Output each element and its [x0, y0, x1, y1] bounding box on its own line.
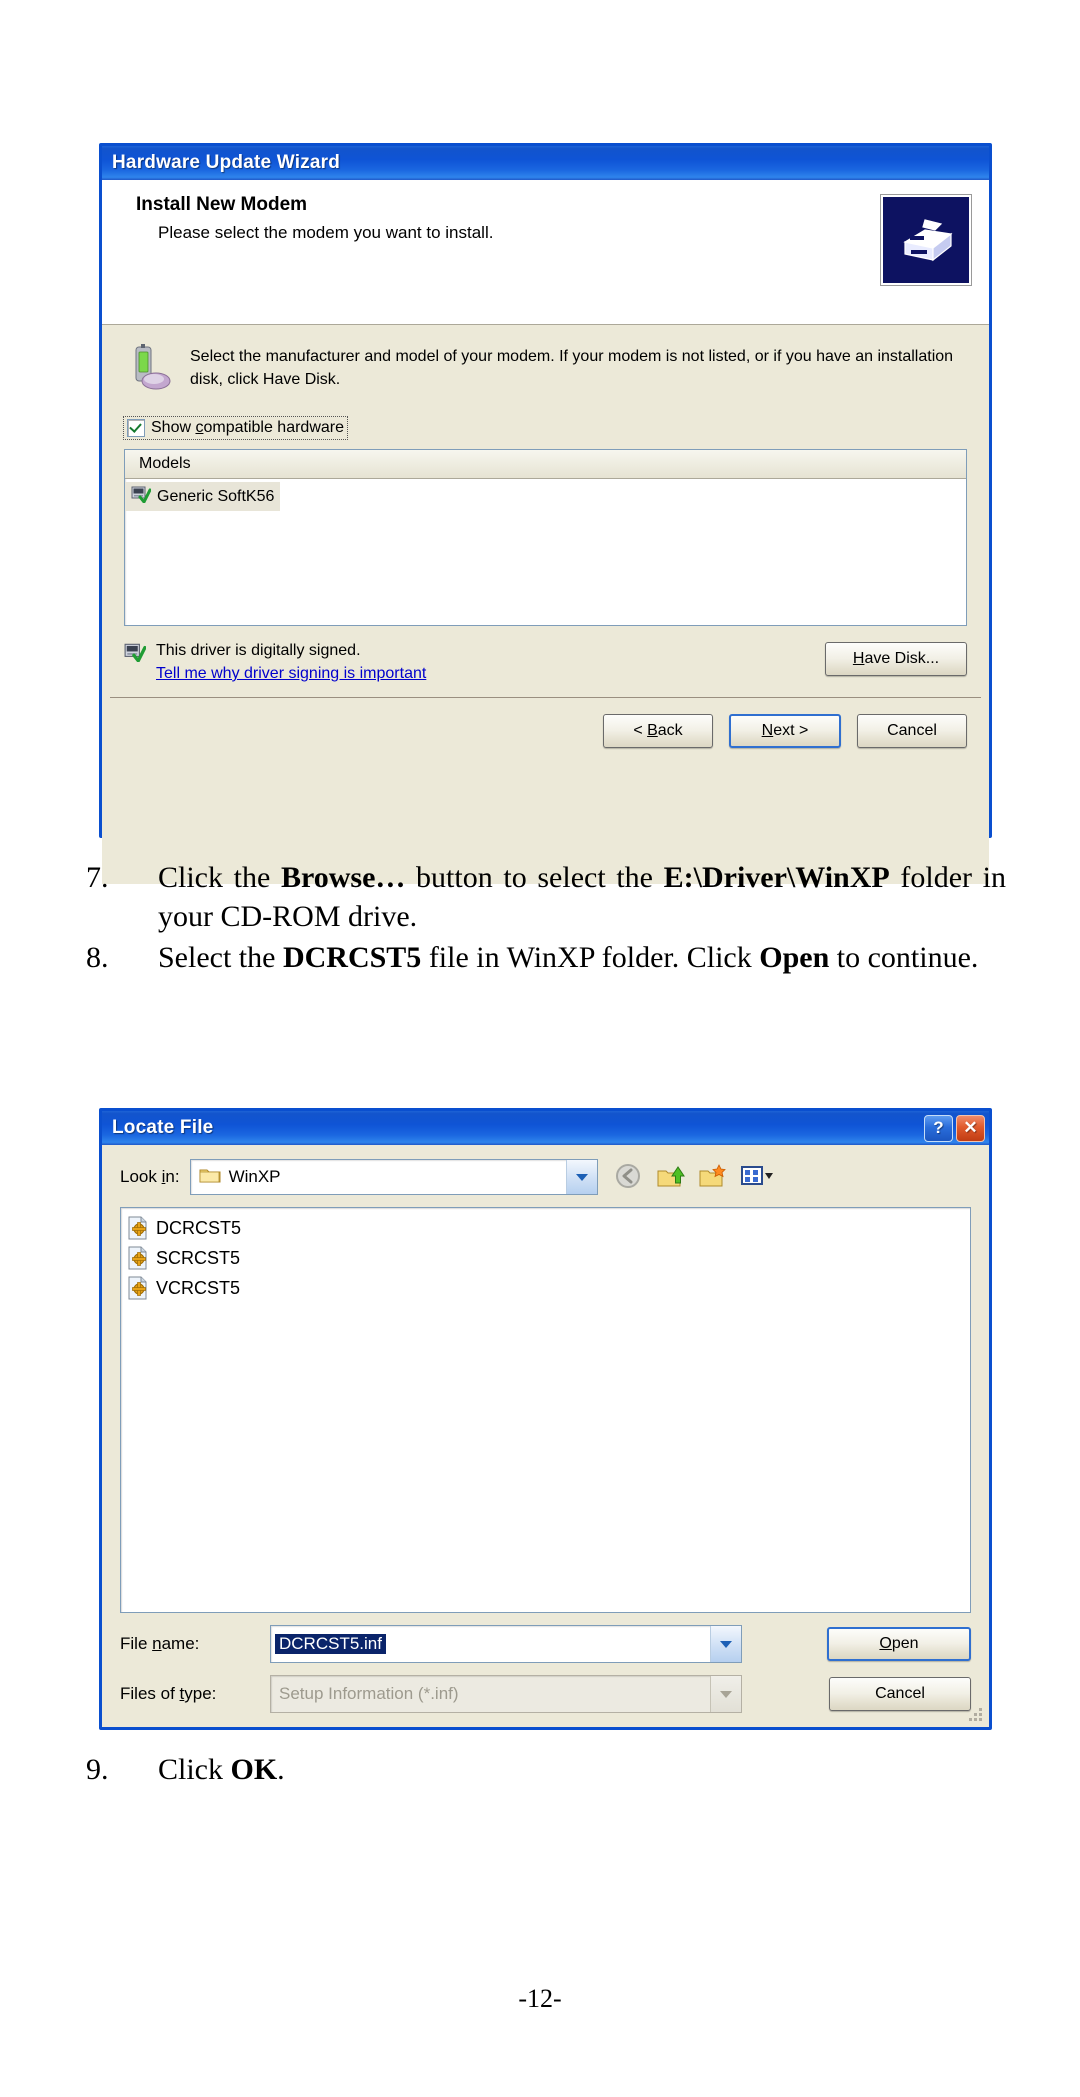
open-button[interactable]: Open [827, 1627, 971, 1661]
cancel-button-wrap: Cancel [829, 1677, 971, 1711]
locate-title: Locate File [112, 1117, 214, 1138]
locate-bottom-fields: File name: DCRCST5.inf Open Files of typ… [102, 1613, 989, 1727]
step-text: Click OK. [158, 1753, 285, 1786]
locate-file-dialog: Locate File ? ✕ Look in: WinXP DCRCST5 S… [99, 1108, 992, 1730]
up-one-level-icon[interactable] [656, 1162, 688, 1192]
file-name: SCRCST5 [156, 1247, 241, 1268]
modem-icon [124, 343, 176, 395]
instruction-steps-top: 7. Click the Browse… button to select th… [86, 858, 1006, 979]
wizard-instruction-block: Select the manufacturer and model of you… [102, 325, 989, 395]
wizard-header: Install New Modem Please select the mode… [102, 180, 989, 325]
model-list-item[interactable]: Generic SoftK56 [125, 482, 281, 511]
inf-file-icon [127, 1276, 149, 1300]
file-name: DCRCST5 [156, 1217, 242, 1238]
titlebar-buttons: ? ✕ [924, 1114, 985, 1142]
wizard-heading: Install New Modem [136, 194, 308, 215]
next-button[interactable]: Next > [729, 714, 841, 748]
wizard-titlebar: Hardware Update Wizard [102, 146, 989, 180]
filename-row: File name: DCRCST5.inf Open [120, 1625, 971, 1663]
driver-signed-text: This driver is digitally signed. [156, 642, 361, 659]
chevron-down-icon[interactable] [565, 1160, 597, 1194]
have-disk-button[interactable]: Have Disk... [825, 642, 967, 676]
list-item[interactable]: DCRCST5 [127, 1213, 241, 1243]
list-item[interactable]: VCRCST5 [127, 1273, 240, 1303]
models-column-header: Models [125, 450, 966, 479]
file-list[interactable]: DCRCST5 SCRCST5 VCRCST5 [120, 1207, 971, 1613]
modem-banner-icon [881, 195, 971, 285]
cancel-button[interactable]: Cancel [829, 1677, 971, 1711]
back-button[interactable]: < Back [603, 714, 713, 748]
filetype-label: Files of type: [120, 1684, 217, 1703]
instruction-steps-bottom: 9. Click OK. [86, 1750, 1006, 1791]
step-text: Select the DCRCST5 file in WinXP folder.… [158, 941, 979, 974]
inf-file-icon [127, 1216, 149, 1240]
step-text: Click the Browse… button to select the E… [158, 861, 1006, 933]
wizard-subheading: Please select the modem you want to inst… [158, 223, 494, 242]
step-item: 7. Click the Browse… button to select th… [86, 858, 1006, 936]
filetype-dropdown[interactable]: Setup Information (*.inf) [270, 1675, 742, 1713]
signed-driver-badge-icon [124, 642, 147, 667]
signed-driver-icon [131, 485, 152, 508]
list-item[interactable]: SCRCST5 [127, 1243, 240, 1273]
filename-label: File name: [120, 1634, 200, 1653]
show-compatible-hardware-checkbox[interactable]: Show compatible hardware [123, 416, 348, 440]
lookin-dropdown[interactable]: WinXP [189, 1159, 598, 1195]
wizard-footer-buttons: < Back Next > Cancel [102, 698, 989, 748]
back-navigation-icon[interactable] [614, 1162, 646, 1192]
lookin-bar: Look in: WinXP [102, 1145, 989, 1207]
chevron-down-icon[interactable] [710, 1676, 741, 1712]
step-item: 9. Click OK. [86, 1750, 1006, 1789]
locate-toolbar [614, 1162, 773, 1192]
open-button-wrap: Open [827, 1627, 971, 1661]
model-name: Generic SoftK56 [157, 487, 275, 505]
wizard-title: Hardware Update Wizard [112, 152, 341, 173]
new-folder-icon[interactable] [698, 1162, 730, 1192]
filetype-row: Files of type: Setup Information (*.inf)… [120, 1675, 971, 1713]
checkbox-box[interactable] [127, 419, 145, 437]
views-icon[interactable] [740, 1162, 773, 1192]
driver-signing-link[interactable]: Tell me why driver signing is important [156, 665, 426, 683]
locate-titlebar: Locate File ? ✕ [102, 1111, 989, 1145]
step-item: 8. Select the DCRCST5 file in WinXP fold… [86, 938, 1006, 977]
lookin-value: WinXP [228, 1167, 281, 1186]
file-name: VCRCST5 [156, 1277, 241, 1298]
resize-grip[interactable] [969, 1708, 983, 1722]
help-button[interactable]: ? [924, 1114, 953, 1142]
driver-signed-block: This driver is digitally signed. Tell me… [124, 642, 967, 683]
wizard-body: Select the manufacturer and model of you… [102, 325, 989, 884]
lookin-label: Look in: [120, 1167, 180, 1186]
close-icon[interactable]: ✕ [956, 1114, 985, 1142]
step-number: 7. [86, 861, 109, 894]
locate-body: Look in: WinXP DCRCST5 SCRCST5 VCRCST5 F… [102, 1145, 989, 1727]
wizard-instruction-text: Select the manufacturer and model of you… [190, 348, 954, 389]
step-number: 9. [86, 1753, 109, 1786]
show-compatible-hardware-label: Show compatible hardware [151, 419, 344, 436]
filetype-value: Setup Information (*.inf) [279, 1684, 459, 1703]
hardware-update-wizard-dialog: Hardware Update Wizard Install New Modem… [99, 143, 992, 884]
step-number: 8. [86, 941, 109, 974]
filename-input[interactable]: DCRCST5.inf [270, 1625, 742, 1663]
cancel-button[interactable]: Cancel [857, 714, 967, 748]
chevron-down-icon[interactable] [710, 1626, 741, 1662]
filename-value: DCRCST5.inf [275, 1634, 386, 1654]
page-number: -12- [518, 1984, 562, 2013]
models-list-panel[interactable]: Models Generic SoftK56 [124, 449, 967, 626]
inf-file-icon [127, 1246, 149, 1270]
folder-icon [199, 1166, 221, 1189]
